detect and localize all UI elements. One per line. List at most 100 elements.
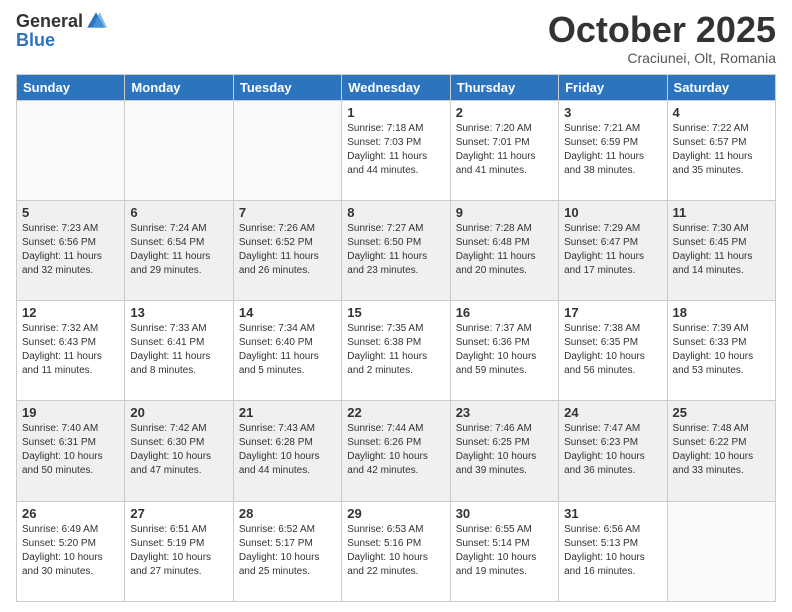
day-number: 18 [673, 305, 770, 320]
logo: General [16, 10, 109, 32]
calendar-cell: 13 Sunrise: 7:33 AMSunset: 6:41 PMDayligh… [125, 301, 233, 401]
day-number: 7 [239, 205, 336, 220]
day-number: 13 [130, 305, 227, 320]
day-info: Sunrise: 7:29 AMSunset: 6:47 PMDaylight:… [564, 222, 661, 278]
day-number: 31 [564, 506, 661, 521]
calendar-cell: 7 Sunrise: 7:26 AMSunset: 6:52 PMDaylight… [233, 200, 341, 300]
calendar-cell: 6Sunrise: 7:24 AMSunset: 6:54 PMDaylight… [125, 200, 233, 300]
day-info: Sunrise: 6:51 AMSunset: 5:19 PMDaylight:… [130, 523, 227, 579]
calendar-week-row: 26 Sunrise: 6:49 AMSunset: 5:20 PMDayligh… [17, 501, 776, 601]
day-number: 14 [239, 305, 336, 320]
day-info: Sunrise: 7:39 AMSunset: 6:33 PMDaylight:… [673, 322, 770, 378]
calendar-header-row: SundayMondayTuesdayWednesdayThursdayFrid… [17, 74, 776, 100]
day-info: Sunrise: 7:21 AMSunset: 6:59 PMDaylight:… [564, 122, 661, 178]
calendar-day-header: Wednesday [342, 74, 450, 100]
day-info: Sunrise: 7:27 AMSunset: 6:50 PMDaylight:… [347, 222, 444, 278]
calendar-cell: 26 Sunrise: 6:49 AMSunset: 5:20 PMDayligh… [17, 501, 125, 601]
calendar-cell: 4Sunrise: 7:22 AMSunset: 6:57 PMDaylight… [667, 100, 775, 200]
calendar-cell: 11 Sunrise: 7:30 AMSunset: 6:45 PMDayligh… [667, 200, 775, 300]
day-info: Sunrise: 7:43 AMSunset: 6:28 PMDaylight:… [239, 422, 336, 478]
day-number: 17 [564, 305, 661, 320]
day-number: 12 [22, 305, 119, 320]
logo-area: General Blue [16, 10, 109, 51]
day-info: Sunrise: 7:20 AMSunset: 7:01 PMDaylight:… [456, 122, 553, 178]
day-info: Sunrise: 6:56 AMSunset: 5:13 PMDaylight:… [564, 523, 661, 579]
day-info: Sunrise: 7:35 AMSunset: 6:38 PMDaylight:… [347, 322, 444, 378]
day-info: Sunrise: 7:33 AMSunset: 6:41 PMDaylight:… [130, 322, 227, 378]
calendar-cell: 1Sunrise: 7:18 AMSunset: 7:03 PMDaylight… [342, 100, 450, 200]
calendar-cell: 24 Sunrise: 7:47 AMSunset: 6:23 PMDayligh… [559, 401, 667, 501]
calendar-week-row: 5 Sunrise: 7:23 AMSunset: 6:56 PMDaylight… [17, 200, 776, 300]
day-number: 3 [564, 105, 661, 120]
calendar-cell: 17Sunrise: 7:38 AMSunset: 6:35 PMDayligh… [559, 301, 667, 401]
calendar-cell [667, 501, 775, 601]
calendar-cell: 3 Sunrise: 7:21 AMSunset: 6:59 PMDaylight… [559, 100, 667, 200]
day-number: 26 [22, 506, 119, 521]
calendar-cell: 10 Sunrise: 7:29 AMSunset: 6:47 PMDayligh… [559, 200, 667, 300]
day-number: 11 [673, 205, 770, 220]
day-number: 10 [564, 205, 661, 220]
day-info: Sunrise: 7:48 AMSunset: 6:22 PMDaylight:… [673, 422, 770, 478]
day-info: Sunrise: 7:34 AMSunset: 6:40 PMDaylight:… [239, 322, 336, 378]
day-info: Sunrise: 7:37 AMSunset: 6:36 PMDaylight:… [456, 322, 553, 378]
calendar-cell: 19 Sunrise: 7:40 AMSunset: 6:31 PMDayligh… [17, 401, 125, 501]
calendar-cell: 15 Sunrise: 7:35 AMSunset: 6:38 PMDayligh… [342, 301, 450, 401]
day-number: 27 [130, 506, 227, 521]
day-info: Sunrise: 7:47 AMSunset: 6:23 PMDaylight:… [564, 422, 661, 478]
logo-icon [85, 10, 107, 32]
day-number: 1 [347, 105, 444, 120]
calendar-cell: 22Sunrise: 7:44 AMSunset: 6:26 PMDayligh… [342, 401, 450, 501]
day-info: Sunrise: 7:32 AMSunset: 6:43 PMDaylight:… [22, 322, 119, 378]
day-info: Sunrise: 7:30 AMSunset: 6:45 PMDaylight:… [673, 222, 770, 278]
calendar-cell: 16Sunrise: 7:37 AMSunset: 6:36 PMDayligh… [450, 301, 558, 401]
day-number: 15 [347, 305, 444, 320]
calendar-cell: 31 Sunrise: 6:56 AMSunset: 5:13 PMDayligh… [559, 501, 667, 601]
calendar-table: SundayMondayTuesdayWednesdayThursdayFrid… [16, 74, 776, 602]
calendar-cell: 9Sunrise: 7:28 AMSunset: 6:48 PMDaylight… [450, 200, 558, 300]
day-info: Sunrise: 6:49 AMSunset: 5:20 PMDaylight:… [22, 523, 119, 579]
calendar-cell: 12 Sunrise: 7:32 AMSunset: 6:43 PMDayligh… [17, 301, 125, 401]
day-number: 30 [456, 506, 553, 521]
calendar-cell: 2Sunrise: 7:20 AMSunset: 7:01 PMDaylight… [450, 100, 558, 200]
day-number: 8 [347, 205, 444, 220]
calendar-cell [233, 100, 341, 200]
calendar-cell: 25 Sunrise: 7:48 AMSunset: 6:22 PMDayligh… [667, 401, 775, 501]
calendar-cell [17, 100, 125, 200]
calendar-day-header: Thursday [450, 74, 558, 100]
calendar-day-header: Friday [559, 74, 667, 100]
day-info: Sunrise: 7:26 AMSunset: 6:52 PMDaylight:… [239, 222, 336, 278]
calendar-cell: 27 Sunrise: 6:51 AMSunset: 5:19 PMDayligh… [125, 501, 233, 601]
day-info: Sunrise: 7:40 AMSunset: 6:31 PMDaylight:… [22, 422, 119, 478]
calendar-cell: 18 Sunrise: 7:39 AMSunset: 6:33 PMDayligh… [667, 301, 775, 401]
day-info: Sunrise: 7:42 AMSunset: 6:30 PMDaylight:… [130, 422, 227, 478]
calendar-week-row: 19 Sunrise: 7:40 AMSunset: 6:31 PMDayligh… [17, 401, 776, 501]
day-number: 20 [130, 405, 227, 420]
day-info: Sunrise: 6:53 AMSunset: 5:16 PMDaylight:… [347, 523, 444, 579]
day-number: 29 [347, 506, 444, 521]
calendar-day-header: Monday [125, 74, 233, 100]
page: General Blue October 2025 Craciunei, Olt… [0, 0, 792, 612]
calendar-cell: 28Sunrise: 6:52 AMSunset: 5:17 PMDayligh… [233, 501, 341, 601]
day-number: 25 [673, 405, 770, 420]
calendar-cell: 5 Sunrise: 7:23 AMSunset: 6:56 PMDaylight… [17, 200, 125, 300]
calendar-cell [125, 100, 233, 200]
day-number: 5 [22, 205, 119, 220]
title-area: October 2025 Craciunei, Olt, Romania [548, 10, 776, 66]
calendar-cell: 14 Sunrise: 7:34 AMSunset: 6:40 PMDayligh… [233, 301, 341, 401]
day-info: Sunrise: 7:23 AMSunset: 6:56 PMDaylight:… [22, 222, 119, 278]
calendar-cell: 21Sunrise: 7:43 AMSunset: 6:28 PMDayligh… [233, 401, 341, 501]
day-info: Sunrise: 7:44 AMSunset: 6:26 PMDaylight:… [347, 422, 444, 478]
calendar-week-row: 12 Sunrise: 7:32 AMSunset: 6:43 PMDayligh… [17, 301, 776, 401]
calendar-cell: 23Sunrise: 7:46 AMSunset: 6:25 PMDayligh… [450, 401, 558, 501]
day-info: Sunrise: 7:24 AMSunset: 6:54 PMDaylight:… [130, 222, 227, 278]
day-number: 19 [22, 405, 119, 420]
day-number: 24 [564, 405, 661, 420]
header: General Blue October 2025 Craciunei, Olt… [16, 10, 776, 66]
day-info: Sunrise: 6:55 AMSunset: 5:14 PMDaylight:… [456, 523, 553, 579]
day-number: 4 [673, 105, 770, 120]
location: Craciunei, Olt, Romania [548, 50, 776, 66]
month-title: October 2025 [548, 10, 776, 50]
calendar-cell: 20 Sunrise: 7:42 AMSunset: 6:30 PMDayligh… [125, 401, 233, 501]
day-number: 28 [239, 506, 336, 521]
calendar-cell: 29 Sunrise: 6:53 AMSunset: 5:16 PMDayligh… [342, 501, 450, 601]
